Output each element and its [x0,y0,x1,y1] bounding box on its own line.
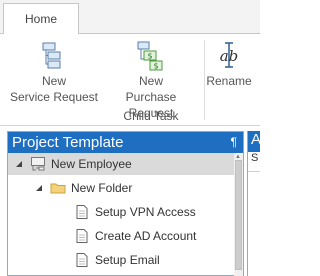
tree-item-new-employee[interactable]: New Employee [8,153,236,175]
second-pane-subheader: S [248,152,260,172]
project-template-pane-header: Project Template ¶ [8,132,243,153]
pin-icon[interactable]: ¶ [231,135,237,149]
rename-button[interactable]: ab Rename [203,39,255,89]
tree-item-new-folder[interactable]: New Folder [8,177,236,199]
second-pane: A S [247,131,260,276]
expanded-triangle-icon[interactable] [34,183,44,193]
tab-home[interactable]: Home [3,3,79,34]
svg-text:ab: ab [220,47,239,65]
purchase-request-icon: $ $ [137,41,163,71]
ribbon-tab-strip: Home [0,0,260,34]
rename-label: Rename [206,74,252,88]
document-icon [76,229,88,243]
project-template-tree: New Employee New Folder Setup VPN Access [8,153,243,275]
tree-item-label: New Employee [51,157,132,171]
new-service-request-button[interactable]: New Service Request [8,39,100,105]
new-purchase-request-line1: New [138,74,163,88]
pane-title: Project Template [12,134,124,151]
service-request-icon [42,42,61,69]
tree-item-create-ad-account[interactable]: Create AD Account [8,225,236,247]
ribbon-panel: New Service Request $ $ New Purchase Req… [0,33,260,126]
svg-text:$: $ [153,62,158,71]
tree-item-setup-email[interactable]: Setup Email [8,249,236,271]
document-icon [76,205,88,219]
tree-item-setup-vpn-access[interactable]: Setup VPN Access [8,201,236,223]
tree-item-label: New Folder [71,181,133,195]
project-template-pane: Project Template ¶ New Employee New Fold… [7,131,244,276]
tree-item-label: Create AD Account [95,229,197,243]
tree-item-label: Setup Email [95,253,160,267]
rename-icon: ab [220,42,239,68]
scrollbar-thumb[interactable] [235,160,242,270]
document-icon [76,253,88,267]
template-icon [31,157,45,171]
expanded-triangle-icon[interactable] [14,159,24,169]
svg-text:$: $ [147,52,152,61]
child-task-group-label: Child Task [123,109,179,123]
new-service-request-line2: Service Request [9,90,99,104]
new-service-request-line1: New [41,74,66,88]
second-pane-header: A [248,131,260,152]
tree-scrollbar[interactable]: ▲ [234,154,243,276]
tree-item-label: Setup VPN Access [95,205,196,219]
folder-icon [50,183,66,194]
ribbon: Home New Service Request $ $ New Purchas… [0,0,260,126]
